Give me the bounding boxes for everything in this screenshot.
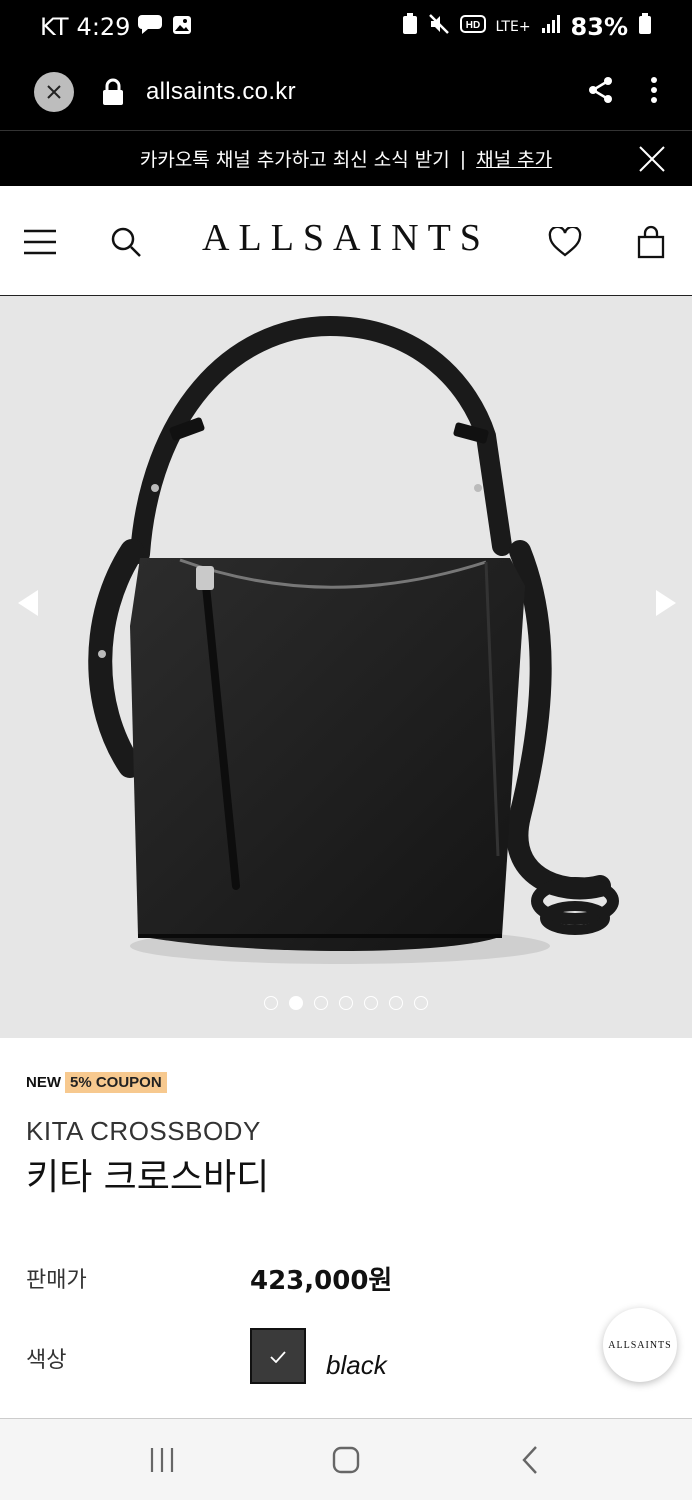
arrow-left-icon[interactable] (14, 586, 44, 620)
site-header: ALLSAINTS (0, 186, 692, 296)
battery-level: 83% (570, 13, 628, 41)
system-nav-bar (0, 1418, 692, 1500)
check-icon (270, 1344, 286, 1368)
url-text[interactable]: allsaints.co.kr (146, 78, 296, 106)
image-icon (172, 13, 192, 41)
close-icon[interactable] (34, 72, 74, 112)
gallery-dots (0, 996, 692, 1010)
url-actions (588, 76, 658, 108)
status-left: KT 4:29 (40, 13, 192, 41)
color-name: black (326, 1350, 387, 1380)
close-icon[interactable] (636, 143, 668, 175)
more-icon[interactable] (650, 76, 658, 108)
carrier: KT (40, 13, 69, 41)
product-image (88, 315, 619, 964)
gallery-dot[interactable] (264, 996, 278, 1010)
recent-apps-icon[interactable] (142, 1440, 182, 1480)
home-icon[interactable] (326, 1440, 366, 1480)
battery-saver-icon (402, 13, 418, 41)
coupon-badge: 5% COUPON (65, 1072, 167, 1093)
gallery-dot[interactable] (389, 996, 403, 1010)
mute-icon (428, 13, 450, 41)
arrow-right-icon[interactable] (650, 586, 680, 620)
lock-icon (100, 77, 126, 107)
kakao-banner: 카카오톡 채널 추가하고 최신 소식 받기 | 채널 추가 (0, 130, 692, 186)
banner-separator: | (459, 147, 467, 170)
add-channel-link[interactable]: 채널 추가 (476, 145, 552, 172)
svg-text:HD: HD (465, 20, 479, 31)
gallery-dot[interactable] (364, 996, 378, 1010)
gallery-dot[interactable] (289, 996, 303, 1010)
network-type: LTE+ (495, 19, 531, 35)
hd-icon: HD (459, 14, 486, 40)
battery-icon (638, 13, 652, 41)
heart-icon[interactable] (547, 224, 583, 260)
gallery-dot[interactable] (314, 996, 328, 1010)
banner-text: 카카오톡 채널 추가하고 최신 소식 받기 (139, 149, 450, 171)
share-icon[interactable] (588, 76, 614, 108)
signal-icon (541, 14, 561, 40)
fab-label: ALLSAINTS (608, 1339, 672, 1351)
status-right: HD LTE+ 83% (402, 13, 652, 41)
new-badge: NEW (26, 1074, 61, 1091)
gallery-dot[interactable] (339, 996, 353, 1010)
back-icon[interactable] (510, 1440, 550, 1480)
product-name-ko: 키타 크로스바디 (26, 1157, 270, 1198)
price-label: 판매가 (26, 1268, 87, 1293)
status-bar: KT 4:29 HD LTE+ 83% (0, 0, 692, 54)
allsaints-fab[interactable]: ALLSAINTS (603, 1308, 677, 1382)
clock: 4:29 (76, 13, 131, 41)
product-name-en: KITA CROSSBODY (26, 1116, 261, 1146)
color-label: 색상 (26, 1348, 67, 1373)
chat-bubble-icon (138, 13, 164, 41)
gallery-dot[interactable] (414, 996, 428, 1010)
color-swatch-black[interactable] (250, 1328, 306, 1384)
bag-icon[interactable] (633, 224, 669, 260)
product-badges: NEW 5% COUPON (26, 1072, 167, 1093)
product-price: 423,000원 (250, 1266, 393, 1296)
product-gallery[interactable] (0, 296, 692, 1038)
site-logo[interactable]: ALLSAINTS (0, 216, 692, 260)
browser-url-bar: allsaints.co.kr (0, 54, 692, 130)
